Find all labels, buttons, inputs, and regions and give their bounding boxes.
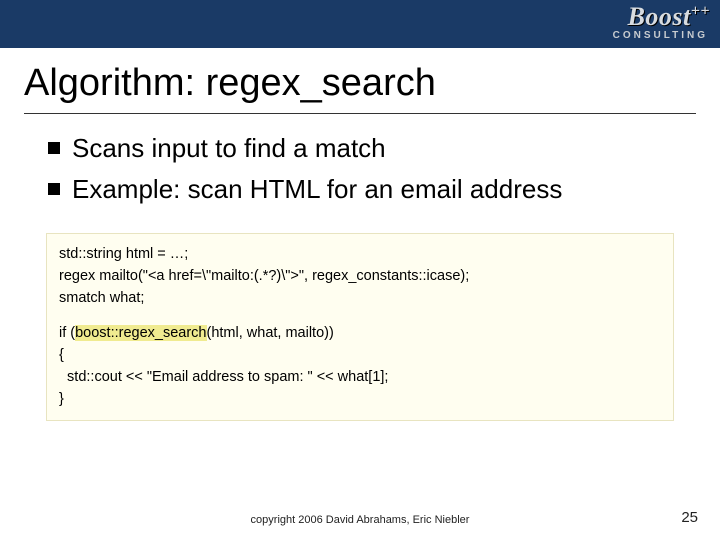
slide-title: Algorithm: regex_search bbox=[0, 48, 720, 113]
header-banner: Boost++ CONSULTING bbox=[0, 0, 720, 48]
code-line: std::cout << "Email address to spam: " <… bbox=[59, 367, 661, 389]
title-rule bbox=[24, 113, 696, 114]
bullet-item: Example: scan HTML for an email address bbox=[48, 173, 692, 206]
code-line: smatch what; bbox=[59, 288, 661, 310]
code-box: std::string html = …; regex mailto("<a h… bbox=[46, 233, 674, 421]
logo-subtitle: CONSULTING bbox=[613, 30, 708, 41]
bullet-list: Scans input to find a match Example: sca… bbox=[0, 132, 720, 205]
code-line: } bbox=[59, 389, 661, 411]
code-line: { bbox=[59, 345, 661, 367]
code-line: regex mailto("<a href=\"mailto:(.*?)\">"… bbox=[59, 266, 661, 288]
bullet-item: Scans input to find a match bbox=[48, 132, 692, 165]
footer-copyright: copyright 2006 David Abrahams, Eric Nieb… bbox=[0, 514, 720, 526]
code-block: if (boost::regex_search(html, what, mail… bbox=[59, 323, 661, 410]
logo-plus: ++ bbox=[691, 2, 710, 19]
highlight-inner: boost::regex_search bbox=[75, 325, 206, 341]
logo: Boost++ bbox=[628, 2, 710, 32]
code-line: if (boost::regex_search(html, what, mail… bbox=[59, 323, 661, 345]
page-number: 25 bbox=[681, 509, 698, 526]
slide: { "logo": { "main": "Boost", "plus": "++… bbox=[0, 0, 720, 540]
code-line: std::string html = …; bbox=[59, 244, 661, 266]
highlight: boost::regex_search bbox=[75, 325, 206, 341]
logo-text: Boost bbox=[628, 2, 691, 31]
code-block: std::string html = …; regex mailto("<a h… bbox=[59, 244, 661, 309]
